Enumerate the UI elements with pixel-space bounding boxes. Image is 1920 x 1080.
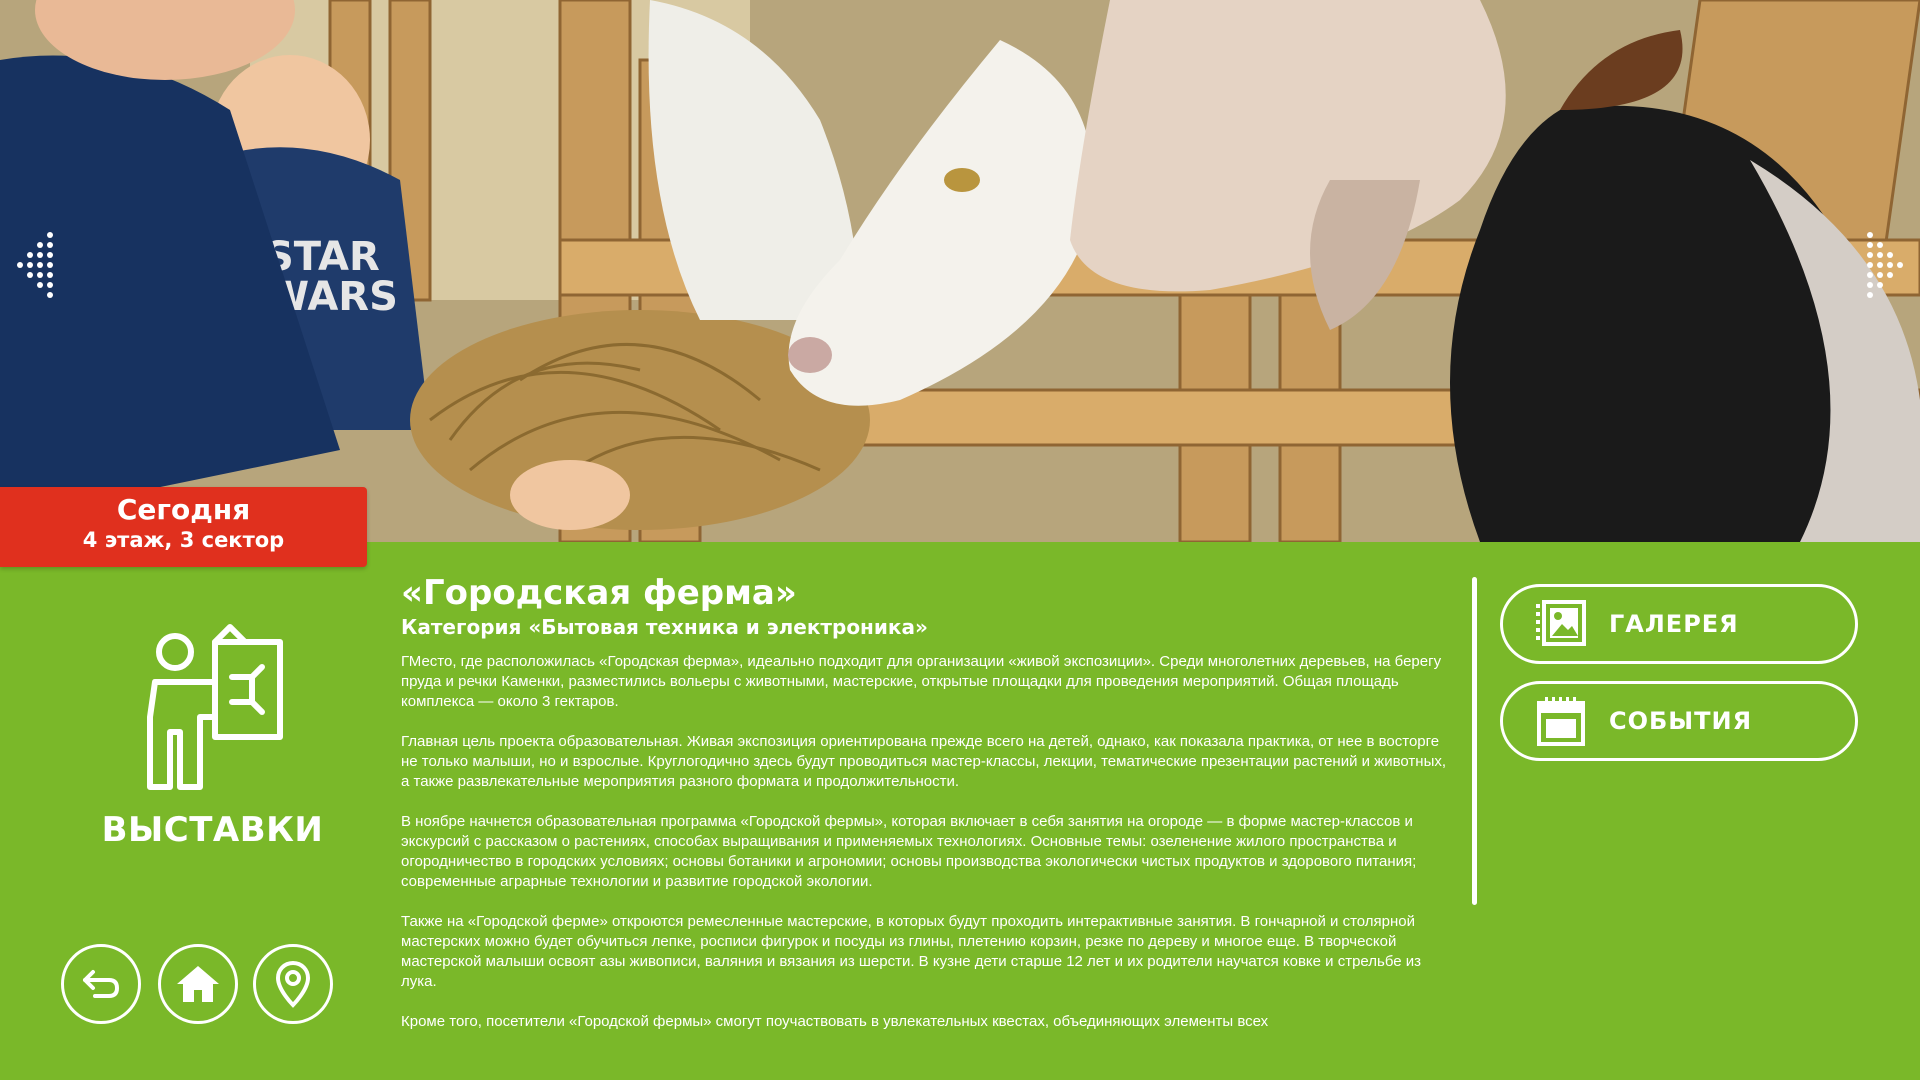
calendar-icon	[1533, 693, 1589, 749]
gallery-button[interactable]: ГАЛЕРЕЯ	[1500, 584, 1858, 664]
home-icon	[177, 966, 219, 1002]
events-label: СОБЫТИЯ	[1609, 707, 1753, 735]
exhibition-icon	[140, 622, 290, 802]
gallery-label: ГАЛЕРЕЯ	[1609, 610, 1739, 638]
article-paragraph: В ноябре начнется образовательная програ…	[401, 813, 1417, 890]
map-pin-icon	[275, 960, 311, 1008]
hero-photo: STAR WARS	[0, 0, 1920, 542]
article-subtitle: Категория «Бытовая техника и электроника…	[401, 615, 928, 639]
article-paragraph: Главная цель проекта образовательная. Жи…	[401, 733, 1447, 790]
events-button[interactable]: СОБЫТИЯ	[1500, 681, 1858, 761]
badge-title: Сегодня	[116, 493, 251, 526]
article-paragraph: Также на «Городской ферме» откроются рем…	[401, 913, 1422, 990]
map-button[interactable]	[253, 944, 333, 1024]
article-paragraph: ГМесто, где расположилась «Городская фер…	[401, 653, 1442, 710]
hero-illustration: STAR WARS	[0, 0, 1920, 542]
badge-location: 4 этаж, 3 сектор	[82, 528, 285, 552]
gallery-icon	[1533, 596, 1589, 652]
next-arrow-icon[interactable]	[1860, 225, 1910, 305]
back-arrow-icon	[83, 970, 120, 998]
today-badge: Сегодня 4 этаж, 3 сектор	[0, 487, 367, 567]
home-button[interactable]	[158, 944, 238, 1024]
vertical-divider	[1472, 577, 1477, 905]
exhibit-detail-screen: STAR WARS Сегодня 4 этаж, 3 сектор ВЫСТА…	[0, 0, 1920, 1080]
category-label: ВЫСТАВКИ	[101, 810, 324, 850]
article-content: «Городская ферма» Категория «Бытовая тех…	[401, 572, 1446, 1052]
back-button[interactable]	[61, 944, 141, 1024]
article-paragraph: Кроме того, посетители «Городской фермы»…	[401, 1013, 1269, 1030]
previous-arrow-icon[interactable]	[10, 225, 60, 305]
article-title: «Городская ферма»	[401, 573, 797, 613]
